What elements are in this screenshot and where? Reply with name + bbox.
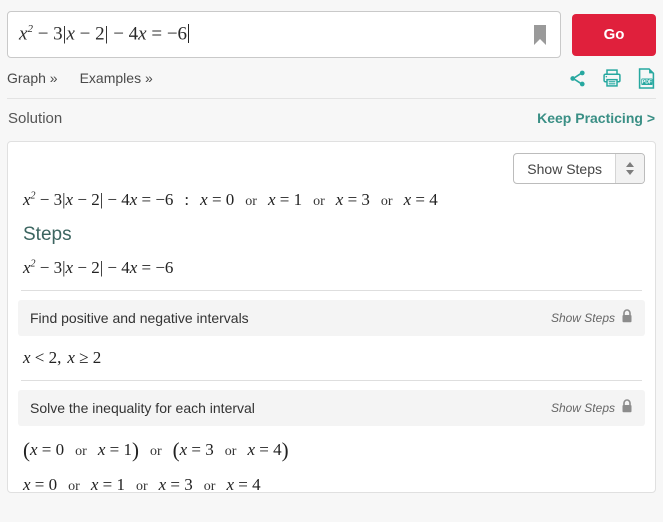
pdf-icon[interactable]: PDF [637, 67, 656, 89]
solution-result-line: x2 − 3|x − 2| − 4x = −6: x = 0 or x = 1 or x … [23, 190, 438, 209]
quick-links-toolbar: Graph » Examples » PDF [0, 58, 663, 98]
show-steps-label: Show Steps [550, 401, 615, 415]
bookmark-icon[interactable] [520, 12, 560, 57]
quick-links-group: Graph » Examples » [7, 70, 153, 86]
search-bar: x2 − 3|x − 2| − 4x = −6 Go [0, 0, 663, 58]
chevron-down-icon [626, 170, 634, 175]
step-title: Find positive and negative intervals [30, 310, 249, 326]
equation-input-field[interactable]: x2 − 3|x − 2| − 4x = −6 [7, 11, 561, 58]
keep-practicing-link[interactable]: Keep Practicing > [537, 110, 655, 126]
step-2-grouped-answer: (x = 0 or x = 1) or (x = 3 or x = 4) [23, 438, 289, 462]
updown-spinner-icon[interactable] [615, 154, 644, 183]
graph-link[interactable]: Graph » [7, 70, 58, 86]
step-divider-1 [21, 290, 642, 291]
lock-icon [621, 308, 633, 328]
solution-card: Show Steps x2 − 3|x − 2| − 4x = −6: x = 0… [7, 141, 656, 494]
examples-link[interactable]: Examples » [80, 70, 153, 86]
solution-header: Solution Keep Practicing > [0, 99, 663, 137]
step-show-steps-toggle[interactable]: Show Steps [550, 398, 633, 418]
go-button[interactable]: Go [572, 13, 656, 56]
step-1-result: x < 2, x ≥ 2 [23, 348, 102, 367]
chevron-up-icon [626, 162, 634, 167]
show-steps-select-row: Show Steps [18, 142, 645, 184]
step-panel-find-intervals[interactable]: Find positive and negative intervals Sho… [18, 300, 645, 336]
main-equation: x2 − 3|x − 2| − 4x = −6 [23, 258, 174, 277]
show-steps-label: Show Steps [550, 311, 615, 325]
step-divider-2 [21, 380, 642, 381]
svg-text:PDF: PDF [642, 79, 652, 85]
equation-input-value[interactable]: x2 − 3|x − 2| − 4x = −6 [8, 23, 520, 45]
solution-title: Solution [8, 109, 63, 127]
share-icon[interactable] [568, 69, 587, 88]
show-steps-select[interactable]: Show Steps [513, 153, 645, 184]
lock-icon [621, 398, 633, 418]
action-icons-group: PDF [568, 67, 656, 89]
step-panel-solve-inequality[interactable]: Solve the inequality for each interval S… [18, 390, 645, 426]
step-show-steps-toggle[interactable]: Show Steps [550, 308, 633, 328]
print-icon[interactable] [602, 68, 622, 88]
step-2-final-answer: x = 0 or x = 1 or x = 3 or x = 4 [23, 475, 261, 494]
step-title: Solve the inequality for each interval [30, 400, 255, 416]
steps-heading: Steps [23, 224, 72, 245]
show-steps-select-value: Show Steps [527, 160, 602, 177]
